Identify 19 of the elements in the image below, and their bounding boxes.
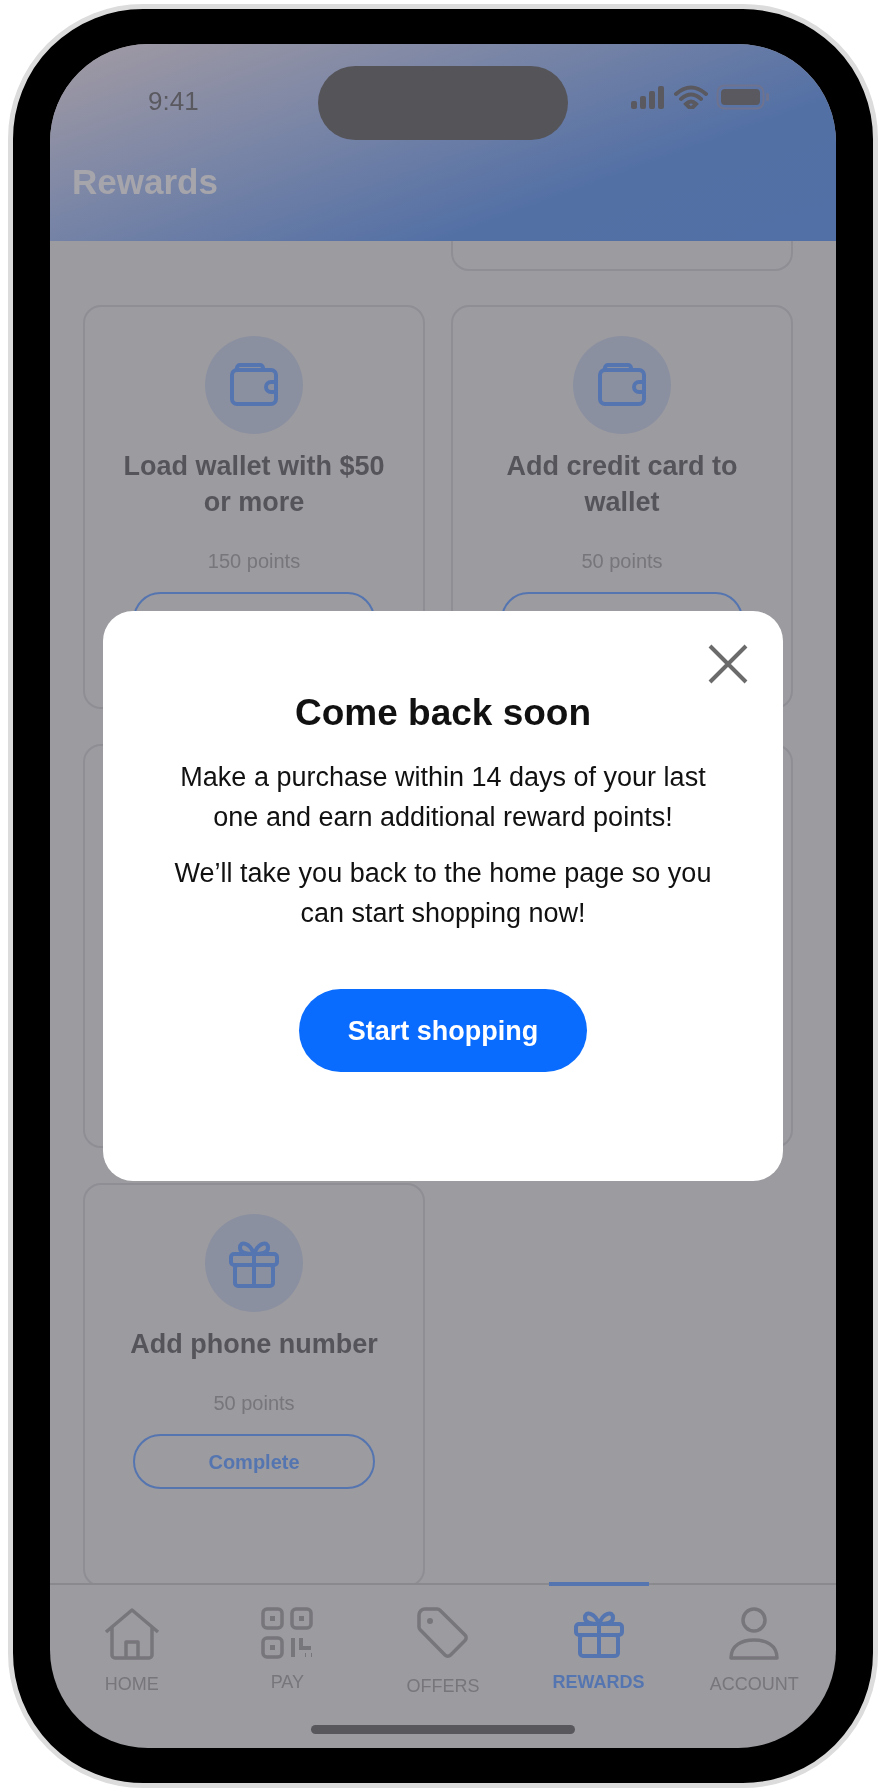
dialog-text: Make a purchase within 14 days of your last one and earn additional reward points! [179,761,707,835]
tab-item[interactable]: REWARDS [520,1585,677,1748]
status-time: 9:41 [148,85,199,118]
task-title: Add phone number [129,1328,379,1361]
dialog-text: We’ll take you back to the home page so you can start shopping now! [173,857,713,931]
complete-button[interactable]: Complete [133,1434,375,1489]
task-title: Load wallet with $50 or more [122,450,386,519]
person-icon [728,1607,781,1661]
battery-icon [716,84,770,110]
start-shopping-button[interactable]: Start shopping [299,989,587,1073]
signal-icon [630,85,666,109]
task-title: Add credit card to wallet [505,450,739,519]
close-icon [707,643,749,685]
qr-code-icon [261,1607,314,1659]
close-button[interactable] [707,643,749,685]
wifi-icon [674,85,708,109]
wallet-icon [597,362,647,408]
wallet-icon [229,362,279,408]
dialog-title: Come back soon [293,691,593,735]
